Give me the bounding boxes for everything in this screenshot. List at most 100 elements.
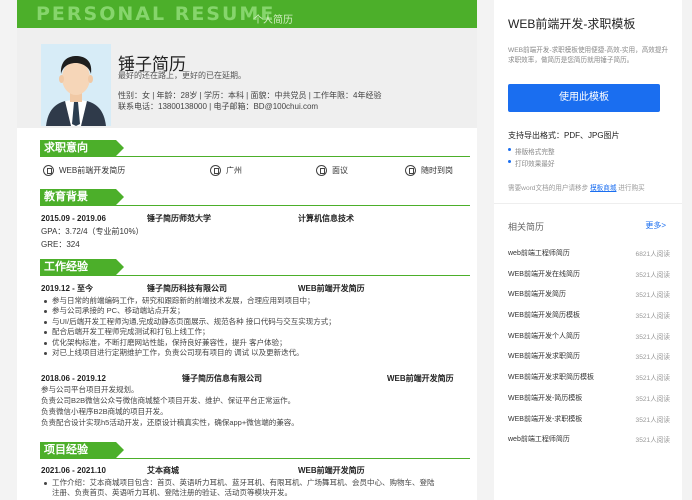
- word-doc-prefix: 需要word文档的用户请移步: [508, 185, 589, 192]
- candidate-basic-info: 性别：女 | 年龄：28岁 | 学历：本科 | 面貌：中共党员 | 工作年限：4…: [118, 91, 382, 100]
- related-item-count: 3521人阅读: [635, 375, 670, 383]
- related-item-name[interactable]: WEB前端开发-求职模板: [508, 416, 582, 423]
- export-format-info: 支持导出格式：PDF、JPG图片: [508, 131, 620, 140]
- more-link[interactable]: 更多>: [645, 220, 666, 231]
- section-divider: [40, 275, 470, 276]
- list-item: 与UI/后端开发工程师沟通,完成动静态页面展示、规范各种 接口代码与交互实现方式…: [43, 317, 336, 327]
- candidate-contact-info: 联系电话：13800138000 | 电子邮箱：BD@100chui.com: [118, 102, 319, 111]
- intent-arrival: 随时到岗: [405, 165, 453, 176]
- intent-city: 广州: [210, 165, 242, 176]
- job2-line: 负责公司B2B微信公众号微信商城整个项目开发、维护、保证平台正常运作。: [41, 396, 296, 405]
- project-company: 艾本商城: [147, 466, 179, 475]
- list-item: 优化架构标准，不断打磨网站性能，保持良好兼容性，提升 客户体验；: [43, 338, 336, 348]
- related-item-count: 3521人阅读: [635, 313, 670, 321]
- clock-icon: [405, 165, 416, 176]
- education-major: 计算机信息技术: [298, 214, 354, 223]
- avatar: [41, 44, 111, 126]
- related-item-name[interactable]: web前端工程师简历: [508, 250, 570, 257]
- related-item[interactable]: WEB前端开发求职简历模板 3521人阅读: [508, 372, 670, 393]
- related-item-count: 3521人阅读: [635, 333, 670, 341]
- related-item[interactable]: web前端工程师简历 3521人阅读: [508, 434, 670, 455]
- intent-position-text: WEB前端开发简历: [59, 166, 126, 175]
- briefcase-icon: [43, 165, 54, 176]
- job2-company: 锤子简历信息有限公司: [182, 374, 262, 383]
- related-item[interactable]: WEB前端开发简历模板 3521人阅读: [508, 310, 670, 331]
- job2-line: 负责微信小程序B2B商城的项目开发。: [41, 407, 168, 416]
- job1-role: WEB前端开发简历: [298, 284, 365, 293]
- related-item-count: 3521人阅读: [635, 271, 670, 279]
- resume-banner: PERSONAL RESUME 个人简历: [17, 0, 477, 28]
- project-duties: 工作介绍：艾本商城项目包含：首页、英语听力耳机、蓝牙耳机、有限耳机、广场舞耳机、…: [43, 478, 435, 488]
- related-item-name[interactable]: WEB前端开发简历模板: [508, 312, 580, 319]
- job2-line: 参与公司平台项目开发规划。: [41, 385, 139, 394]
- template-mall-link[interactable]: 模板商城: [590, 185, 616, 192]
- template-description: WEB前端开发-求职模板使用便捷-高效-实用，高效提升求职效率，做简历是您简历就…: [508, 47, 669, 64]
- list-item: 配合后端开发工程师完成测试和打包上线工作；: [43, 327, 336, 337]
- word-doc-suffix: 进行购买: [618, 185, 645, 192]
- section-title-work: 工作经验: [40, 259, 124, 276]
- intent-salary: 面议: [316, 165, 348, 176]
- related-item[interactable]: web前端工程师简历 6821人阅读: [508, 248, 670, 269]
- related-item-count: 6821人阅读: [635, 251, 670, 258]
- job2-line: 负责配合设计实现h5活动开发，还原设计稿真实性，确保app+微信端的兼容。: [41, 418, 299, 427]
- education-period: 2015.09 - 2019.06: [41, 214, 106, 223]
- project-line: 注册、负责首页、英语听力耳机、登陆注册的验证、活动页等模块开发。: [52, 488, 292, 497]
- related-item-name[interactable]: WEB前端开发个人简历: [508, 333, 580, 340]
- resume-preview: PERSONAL RESUME 个人简历 锤子简历 最好的还在路上，更好的已在延…: [17, 0, 477, 500]
- related-item-name[interactable]: WEB前端开发在线简历: [508, 271, 580, 278]
- job1-duties: 参与日常的前端编码工作，研究和跟踪新的前端技术发展，合理应用到项目中； 参与公司…: [43, 296, 336, 358]
- list-item: 参与公司承接的 PC、移动端站点开发；: [43, 306, 336, 316]
- money-icon: [316, 165, 327, 176]
- list-item: 工作介绍：艾本商城项目包含：首页、英语听力耳机、蓝牙耳机、有限耳机、广场舞耳机、…: [43, 478, 435, 488]
- related-item[interactable]: WEB前端开发在线简历 3521人阅读: [508, 269, 670, 290]
- feature-item: 打印效果最好: [508, 158, 555, 168]
- intent-position: WEB前端开发简历: [43, 165, 125, 176]
- related-item-name[interactable]: WEB前端开发简历: [508, 291, 566, 298]
- related-item[interactable]: WEB前端开发个人简历 3521人阅读: [508, 331, 670, 352]
- related-item[interactable]: WEB前端开发求职简历 3521人阅读: [508, 351, 670, 372]
- related-item[interactable]: WEB前端开发-简历模板 3521人阅读: [508, 393, 670, 414]
- location-icon: [210, 165, 221, 176]
- related-item-count: 3521人阅读: [635, 437, 670, 445]
- related-item-count: 3521人阅读: [635, 416, 670, 424]
- related-item-count: 3521人阅读: [635, 292, 670, 300]
- job1-company: 锤子简历科技有限公司: [147, 284, 227, 293]
- related-item-count: 3521人阅读: [635, 354, 670, 362]
- education-school: 锤子简历师范大学: [147, 214, 211, 223]
- banner-english-title: PERSONAL RESUME: [36, 3, 276, 25]
- section-divider: [40, 458, 470, 459]
- related-resumes-title: 相关简历: [508, 222, 545, 232]
- education-gpa: GPA：3.72/4（专业前10%）: [41, 227, 144, 236]
- word-doc-note: 需要word文档的用户请移步 模板商城 进行购买: [508, 182, 645, 192]
- template-title: WEB前端开发-求职模板: [508, 17, 636, 31]
- related-item-name[interactable]: WEB前端开发-简历模板: [508, 395, 582, 402]
- section-title-project: 项目经验: [40, 442, 124, 459]
- project-role: WEB前端开发简历: [298, 466, 365, 475]
- section-title-education: 教育背景: [40, 189, 124, 206]
- intent-city-text: 广州: [226, 166, 242, 175]
- related-item-name[interactable]: web前端工程师简历: [508, 436, 570, 443]
- intent-arrival-text: 随时到岗: [421, 166, 453, 175]
- related-item-name[interactable]: WEB前端开发求职简历: [508, 353, 580, 360]
- related-item[interactable]: WEB前端开发简历 3521人阅读: [508, 289, 670, 310]
- section-title-intent: 求职意向: [40, 140, 124, 157]
- list-item: 参与日常的前端编码工作，研究和跟踪新的前端技术发展，合理应用到项目中；: [43, 296, 336, 306]
- person-avatar-icon: [41, 44, 111, 126]
- section-divider: [40, 205, 470, 206]
- list-item: 对已上线项目进行定期维护工作，负责公司现有项目的 调试 以及更新迭代。: [43, 348, 336, 358]
- related-item[interactable]: WEB前端开发-求职模板 3521人阅读: [508, 414, 670, 435]
- education-gre: GRE：324: [41, 240, 80, 249]
- section-divider: [40, 156, 470, 157]
- feature-item: 排版格式完整: [508, 146, 555, 156]
- related-item-count: 3521人阅读: [635, 395, 670, 403]
- banner-chinese-title: 个人简历: [253, 15, 293, 26]
- job2-role: WEB前端开发简历: [387, 374, 454, 383]
- profile-block: 锤子简历 最好的还在路上，更好的已在延期。 性别：女 | 年龄：28岁 | 学历…: [17, 28, 477, 128]
- intent-salary-text: 面议: [332, 166, 348, 175]
- job-intent-row: WEB前端开发简历 广州 面议 随时到岗: [43, 165, 463, 179]
- related-resume-list: web前端工程师简历 6821人阅读 WEB前端开发在线简历 3521人阅读 WEB…: [508, 248, 670, 455]
- template-sidebar: WEB前端开发-求职模板 WEB前端开发-求职模板使用便捷-高效-实用，高效提升…: [494, 0, 682, 500]
- use-template-button[interactable]: 使用此模板: [508, 84, 660, 112]
- related-item-name[interactable]: WEB前端开发求职简历模板: [508, 374, 594, 381]
- project-period: 2021.06 - 2021.10: [41, 466, 106, 475]
